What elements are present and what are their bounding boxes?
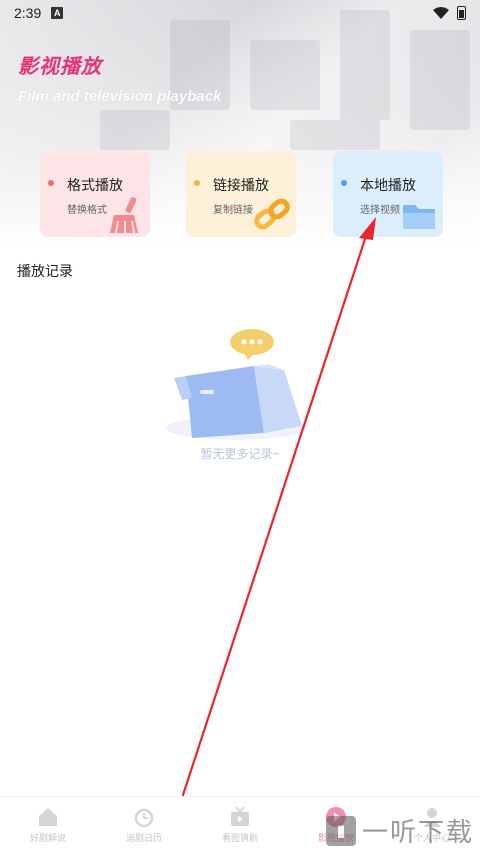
tv-icon [231, 806, 249, 826]
link-play-card[interactable]: 链接播放 复制链接 [186, 151, 296, 237]
card-dot [194, 180, 200, 186]
local-play-card[interactable]: 本地播放 选择视频 [333, 151, 443, 237]
tab-label: 好剧解说 [29, 833, 66, 843]
format-play-card[interactable]: 格式播放 替换格式 [40, 151, 150, 237]
history-section-title: 播放记录 [17, 263, 73, 279]
wifi-icon [433, 7, 449, 19]
card-title: 格式播放 [67, 177, 123, 193]
card-subtitle: 选择视频 [360, 205, 400, 216]
card-title: 本地播放 [360, 177, 416, 193]
card-subtitle: 替换格式 [67, 205, 107, 216]
status-bar: 2:39 A [0, 0, 480, 26]
card-dot [341, 180, 347, 186]
status-time: 2:39 [14, 5, 42, 21]
tab-drama-calendar[interactable]: 追剧日历 [96, 797, 192, 853]
card-subtitle: 复制链接 [213, 205, 253, 216]
notification-icon: A [51, 7, 64, 19]
broom-icon [110, 197, 138, 234]
empty-state-text: 暂无更多记录~ [200, 447, 280, 461]
watermark: ▮ 一听下载 [325, 812, 474, 849]
tab-drama-commentary[interactable]: 好剧解说 [0, 797, 96, 853]
card-title: 链接播放 [213, 177, 269, 193]
chain-link-icon [254, 198, 290, 230]
alarm-clock-icon [134, 808, 154, 828]
empty-box-illustration [166, 329, 306, 440]
battery-icon [457, 6, 466, 20]
tab-guess-drama[interactable]: 看图猜剧 [192, 797, 288, 853]
tab-label: 追剧日历 [125, 833, 162, 843]
card-dot [48, 180, 54, 186]
home-icon [39, 808, 57, 826]
page-subtitle: Film and television playback [18, 88, 222, 105]
watermark-text: 一听下载 [361, 817, 474, 847]
page-title: 影视播放 [18, 56, 102, 78]
watermark-logo-icon: ▮ [325, 815, 356, 846]
tab-label: 看图猜剧 [221, 833, 258, 843]
folder-icon [403, 205, 435, 229]
